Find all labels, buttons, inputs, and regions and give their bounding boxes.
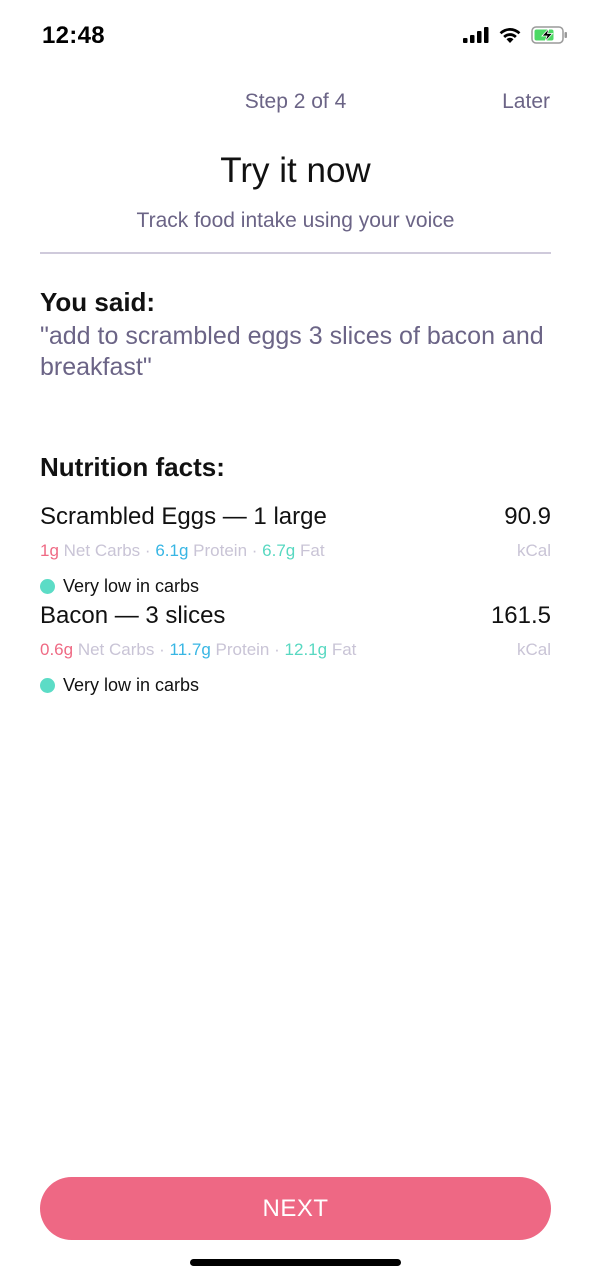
protein-value: 11.7g: [169, 640, 211, 659]
later-button[interactable]: Later: [502, 90, 550, 114]
carbs-label: Net Carbs: [77, 640, 155, 659]
status-time: 12:48: [42, 22, 105, 49]
low-carb-dot-icon: [40, 578, 55, 594]
food-name: Scrambled Eggs — 1 large: [40, 503, 327, 530]
carbs-label: Net Carbs: [63, 541, 141, 560]
low-carb-dot-icon: [40, 677, 55, 693]
divider: [40, 252, 551, 254]
wifi-icon: [498, 26, 522, 44]
macro-separator: ·: [159, 640, 165, 659]
macro-summary: 0.6g Net Carbs · 11.7g Protein · 12.1g F…: [40, 640, 356, 660]
nutrition-heading: Nutrition facts:: [40, 452, 225, 482]
food-item[interactable]: Scrambled Eggs — 1 large 90.9 1g Net Car…: [40, 503, 551, 599]
protein-label: Protein: [215, 640, 270, 659]
protein-label: Protein: [193, 541, 248, 560]
food-name: Bacon — 3 slices: [40, 602, 226, 629]
carbs-value: 0.6g: [40, 640, 74, 659]
calorie-unit: kCal: [516, 541, 551, 560]
fat-label: Fat: [331, 640, 357, 659]
signal-icon: [463, 27, 489, 43]
macro-separator: ·: [251, 541, 258, 560]
home-indicator: [190, 1259, 401, 1266]
fat-label: Fat: [300, 541, 325, 560]
next-button[interactable]: NEXT: [40, 1177, 551, 1240]
carb-tag: Very low in carbs: [63, 575, 200, 596]
carbs-value: 1g: [40, 541, 59, 560]
status-icons: [463, 26, 569, 44]
food-calories: 161.5: [490, 602, 551, 629]
food-item[interactable]: Bacon — 3 slices 161.5 0.6g Net Carbs · …: [40, 602, 551, 698]
food-calories: 90.9: [504, 503, 551, 530]
macro-separator: ·: [144, 541, 151, 560]
calorie-unit: kCal: [516, 640, 551, 659]
fat-value: 12.1g: [284, 640, 328, 659]
carb-tag: Very low in carbs: [63, 674, 200, 695]
page-subtitle: Track food intake using your voice: [136, 209, 455, 232]
you-said-heading: You said:: [40, 287, 156, 317]
page-title: Try it now: [220, 151, 371, 190]
status-bar: 12:48: [0, 0, 591, 70]
macro-separator: ·: [274, 640, 280, 659]
fat-value: 6.7g: [262, 541, 296, 560]
macro-summary: 1g Net Carbs · 6.1g Protein · 6.7g Fat: [40, 541, 325, 561]
battery-charging-icon: [531, 26, 569, 44]
onboarding-nav: Step 2 of 4 Later: [0, 88, 591, 120]
protein-value: 6.1g: [155, 541, 189, 560]
voice-transcript: "add to scrambled eggs 3 slices of bacon…: [40, 322, 544, 381]
